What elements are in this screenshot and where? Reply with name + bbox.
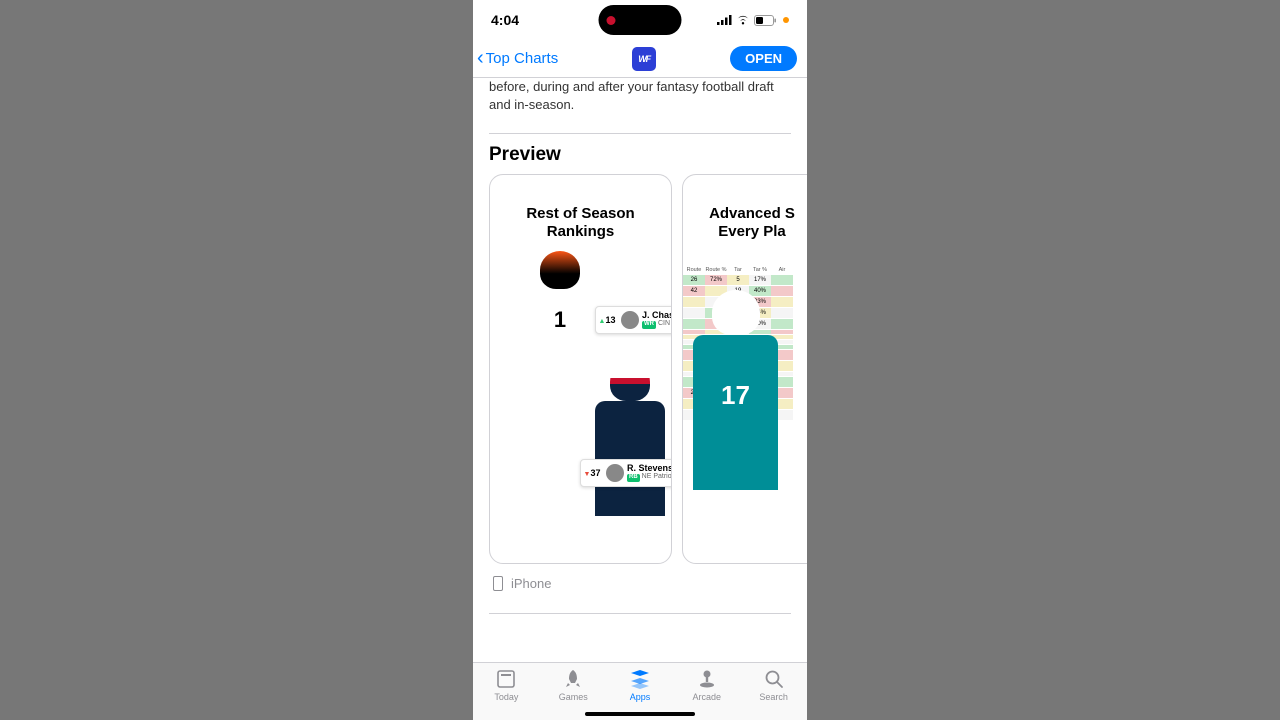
app-icon[interactable]: WF bbox=[632, 47, 656, 71]
search-icon bbox=[764, 668, 784, 690]
divider bbox=[489, 613, 791, 614]
battery-icon bbox=[754, 15, 776, 26]
player-info-card-1: ▲13 J. Chase WRCIN Bengals bbox=[595, 306, 672, 334]
avatar-icon bbox=[606, 464, 624, 482]
nav-bar: ‹ Top Charts WF OPEN bbox=[473, 40, 807, 78]
player-figure-2 bbox=[575, 363, 672, 543]
avatar-icon bbox=[621, 311, 639, 329]
phone-frame: 4:04 ‹ Top Charts WF OPEN before, during… bbox=[473, 0, 807, 720]
chevron-left-icon: ‹ bbox=[477, 47, 484, 70]
dynamic-island[interactable] bbox=[599, 5, 682, 35]
app-description: before, during and after your fantasy fo… bbox=[473, 78, 807, 123]
player-graphic: 1 ▲13 J. Chase WRCIN Bengals bbox=[490, 251, 671, 541]
home-indicator[interactable] bbox=[585, 712, 695, 716]
preview-card-2[interactable]: Advanced S Every Pla RouteRoute %TarTar … bbox=[682, 174, 807, 564]
card-title: Rest of Season Rankings bbox=[490, 175, 671, 251]
apps-icon bbox=[629, 668, 651, 690]
content-area[interactable]: before, during and after your fantasy fo… bbox=[473, 78, 807, 662]
preview-card-1[interactable]: Rest of Season Rankings 1 ▲13 bbox=[489, 174, 672, 564]
device-indicator: iPhone bbox=[473, 564, 807, 603]
today-icon bbox=[496, 668, 516, 690]
mic-indicator-icon bbox=[783, 17, 789, 23]
wifi-icon bbox=[736, 15, 750, 25]
back-button[interactable]: ‹ Top Charts bbox=[477, 47, 558, 70]
player-info-card-2: ▼37 R. Stevenson RBNE Patriots bbox=[580, 459, 672, 487]
open-button[interactable]: OPEN bbox=[730, 46, 797, 71]
status-bar: 4:04 bbox=[473, 0, 807, 40]
tab-today[interactable]: Today bbox=[473, 668, 540, 720]
card-title: Advanced S Every Pla bbox=[683, 175, 807, 246]
back-label: Top Charts bbox=[486, 50, 559, 67]
arcade-icon bbox=[697, 668, 717, 690]
tab-search[interactable]: Search bbox=[740, 668, 807, 720]
cellular-icon bbox=[717, 15, 732, 25]
phone-icon bbox=[493, 576, 503, 591]
rocket-icon bbox=[563, 668, 583, 690]
player-figure-3: 17 bbox=[682, 290, 807, 564]
status-time: 4:04 bbox=[491, 12, 519, 28]
preview-carousel[interactable]: Rest of Season Rankings 1 ▲13 bbox=[473, 174, 807, 564]
recording-indicator-icon bbox=[607, 16, 616, 25]
preview-heading: Preview bbox=[473, 134, 807, 174]
status-indicators bbox=[717, 15, 789, 26]
